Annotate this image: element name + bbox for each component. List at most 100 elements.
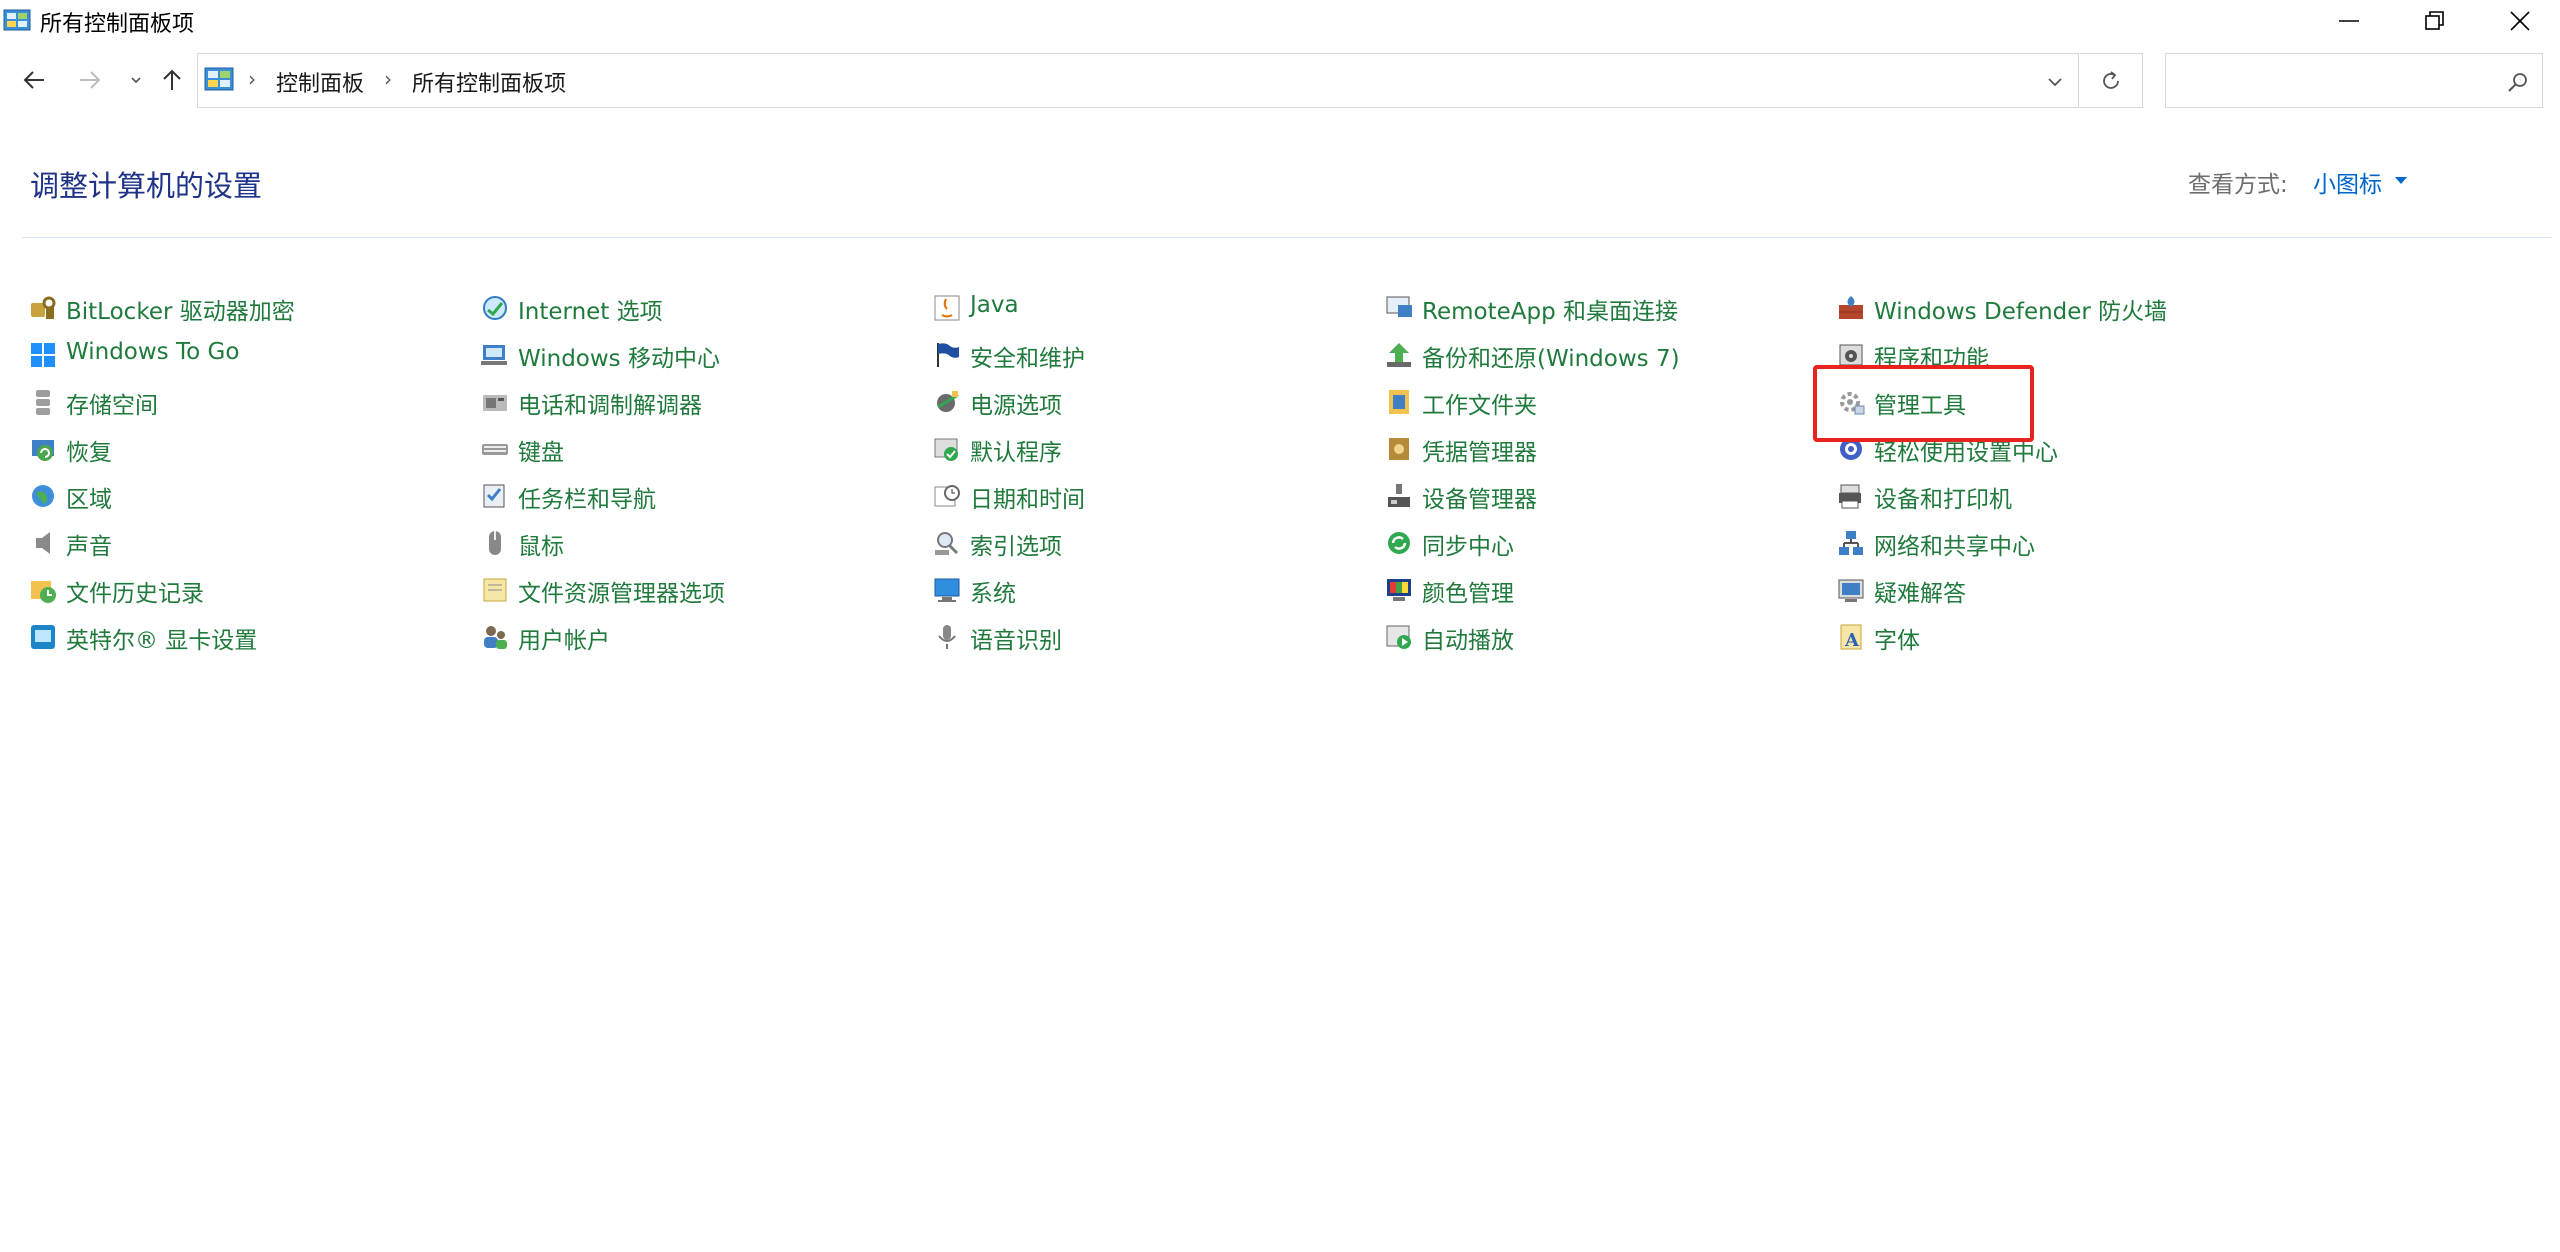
control-panel-item-label[interactable]: 疑难解答 <box>1874 574 1966 608</box>
control-panel-item-label[interactable]: 声音 <box>66 527 112 561</box>
control-panel-item-label[interactable]: 自动播放 <box>1422 621 1514 655</box>
control-panel-item-label[interactable]: 网络和共享中心 <box>1874 527 2035 561</box>
control-panel-item-label[interactable]: 工作文件夹 <box>1422 386 1537 420</box>
control-panel-item-label[interactable]: Internet 选项 <box>518 292 663 326</box>
control-panel-item[interactable]: 索引选项 <box>932 523 1372 570</box>
control-panel-item[interactable]: 网络和共享中心 <box>1836 523 2276 570</box>
control-panel-item[interactable]: Internet 选项 <box>480 288 920 335</box>
breadcrumb-control-panel[interactable]: 控制面板 <box>276 66 364 98</box>
control-panel-item[interactable]: Windows To Go <box>28 335 468 382</box>
control-panel-item-label[interactable]: 恢复 <box>66 433 112 467</box>
chevron-right-icon[interactable]: › <box>384 67 392 91</box>
control-panel-item-label[interactable]: 电话和调制解调器 <box>518 386 702 420</box>
control-panel-item[interactable]: BitLocker 驱动器加密 <box>28 288 468 335</box>
up-button[interactable] <box>154 62 190 98</box>
control-panel-item-label[interactable]: Java <box>970 292 1019 318</box>
control-panel-item-label[interactable]: 任务栏和导航 <box>518 480 656 514</box>
control-panel-item[interactable]: 电话和调制解调器 <box>480 382 920 429</box>
control-panel-item-label[interactable]: 电源选项 <box>970 386 1062 420</box>
control-panel-item-label[interactable]: 英特尔® 显卡设置 <box>66 621 257 655</box>
control-panel-item[interactable]: 区域 <box>28 476 468 523</box>
control-panel-item[interactable]: Java <box>932 288 1372 335</box>
control-panel-item-label[interactable]: 鼠标 <box>518 527 564 561</box>
control-panel-item-label[interactable]: 设备管理器 <box>1422 480 1537 514</box>
control-panel-item-label[interactable]: 颜色管理 <box>1422 574 1514 608</box>
control-panel-item[interactable]: 默认程序 <box>932 429 1372 476</box>
control-panel-item[interactable]: 颜色管理 <box>1384 570 1824 617</box>
region-icon <box>32 485 54 507</box>
control-panel-item[interactable]: Windows 移动中心 <box>480 335 920 382</box>
control-panel-item-label[interactable]: 同步中心 <box>1422 527 1514 561</box>
caret-down-icon[interactable] <box>2394 175 2408 185</box>
internet-options-icon <box>483 296 507 320</box>
control-panel-item[interactable]: RemoteApp 和桌面连接 <box>1384 288 1824 335</box>
control-panel-item[interactable]: 文件资源管理器选项 <box>480 570 920 617</box>
control-panel-item[interactable]: 疑难解答 <box>1836 570 2276 617</box>
back-button[interactable] <box>16 62 52 98</box>
forward-button[interactable] <box>72 62 108 98</box>
search-icon[interactable] <box>2506 70 2530 94</box>
control-panel-item-label[interactable]: 日期和时间 <box>970 480 1085 514</box>
control-panel-item[interactable]: 同步中心 <box>1384 523 1824 570</box>
control-panel-item[interactable]: 安全和维护 <box>932 335 1372 382</box>
control-panel-item-label[interactable]: 区域 <box>66 480 112 514</box>
control-panel-item[interactable]: 用户帐户 <box>480 617 920 664</box>
control-panel-item[interactable]: 键盘 <box>480 429 920 476</box>
control-panel-item-label[interactable]: 语音识别 <box>970 621 1062 655</box>
control-panel-item-label[interactable]: 存储空间 <box>66 386 158 420</box>
refresh-button[interactable] <box>2080 53 2143 108</box>
control-panel-item[interactable]: 鼠标 <box>480 523 920 570</box>
control-panel-item[interactable]: 存储空间 <box>28 382 468 429</box>
chevron-right-icon[interactable]: › <box>248 67 256 91</box>
control-panel-item-label[interactable]: BitLocker 驱动器加密 <box>66 292 295 326</box>
control-panel-item[interactable]: 日期和时间 <box>932 476 1372 523</box>
control-panel-item-label[interactable]: 用户帐户 <box>518 621 610 655</box>
control-panel-item[interactable]: 凭据管理器 <box>1384 429 1824 476</box>
control-panel-item-label[interactable]: Windows To Go <box>66 339 239 365</box>
control-panel-item[interactable]: A 字体 <box>1836 617 2276 664</box>
control-panel-item[interactable]: 文件历史记录 <box>28 570 468 617</box>
control-panel-item[interactable]: 设备和打印机 <box>1836 476 2276 523</box>
control-panel-item-label[interactable]: 索引选项 <box>970 527 1062 561</box>
control-panel-item-label[interactable]: Windows 移动中心 <box>518 339 720 373</box>
control-panel-item[interactable]: 任务栏和导航 <box>480 476 920 523</box>
control-panel-item[interactable]: 设备管理器 <box>1384 476 1824 523</box>
address-dropdown-button[interactable] <box>2038 64 2072 100</box>
control-panel-item-label[interactable]: 字体 <box>1874 621 1920 655</box>
control-panel-item[interactable]: 语音识别 <box>932 617 1372 664</box>
breadcrumb-all-items[interactable]: 所有控制面板项 <box>412 66 566 98</box>
control-panel-item[interactable]: 声音 <box>28 523 468 570</box>
control-panel-item-label[interactable]: 键盘 <box>518 433 564 467</box>
control-panel-item[interactable]: 英特尔® 显卡设置 <box>28 617 468 664</box>
restore-button[interactable] <box>2392 0 2478 42</box>
control-panel-item-label[interactable]: 设备和打印机 <box>1874 480 2012 514</box>
control-panel-item[interactable]: 电源选项 <box>932 382 1372 429</box>
keyboard-icon <box>482 444 508 455</box>
control-panel-item-label[interactable]: 系统 <box>970 574 1016 608</box>
control-panel-item[interactable]: 系统 <box>932 570 1372 617</box>
control-panel-item[interactable]: 工作文件夹 <box>1384 382 1824 429</box>
control-panel-item[interactable]: 恢复 <box>28 429 468 476</box>
taskbar-icon <box>483 484 505 508</box>
refresh-icon <box>2103 71 2119 89</box>
control-panel-item-label[interactable]: Windows Defender 防火墙 <box>1874 292 2167 326</box>
close-button[interactable] <box>2477 0 2560 42</box>
control-panel-item-label[interactable]: RemoteApp 和桌面连接 <box>1422 292 1678 326</box>
control-panel-item[interactable]: 备份和还原(Windows 7) <box>1384 335 1824 382</box>
storage-spaces-icon <box>36 390 50 415</box>
search-box[interactable] <box>2165 53 2543 108</box>
view-by-dropdown[interactable]: 小图标 <box>2313 165 2382 199</box>
control-panel-item-label[interactable]: 凭据管理器 <box>1422 433 1537 467</box>
control-panel-item-label[interactable]: 文件历史记录 <box>66 574 204 608</box>
system-icon <box>934 578 960 602</box>
control-panel-item-label[interactable]: 备份和还原(Windows 7) <box>1422 339 1680 373</box>
address-bar[interactable]: › 控制面板 › 所有控制面板项 <box>197 53 2079 108</box>
search-input[interactable] <box>2176 64 2496 98</box>
control-panel-item[interactable]: 自动播放 <box>1384 617 1824 664</box>
control-panel-item-label[interactable]: 文件资源管理器选项 <box>518 574 725 608</box>
control-panel-item[interactable]: Windows Defender 防火墙 <box>1836 288 2276 335</box>
control-panel-item-label[interactable]: 默认程序 <box>970 433 1062 467</box>
recent-locations-button[interactable] <box>118 62 154 98</box>
minimize-button[interactable] <box>2306 0 2392 42</box>
control-panel-item-label[interactable]: 安全和维护 <box>970 339 1085 373</box>
